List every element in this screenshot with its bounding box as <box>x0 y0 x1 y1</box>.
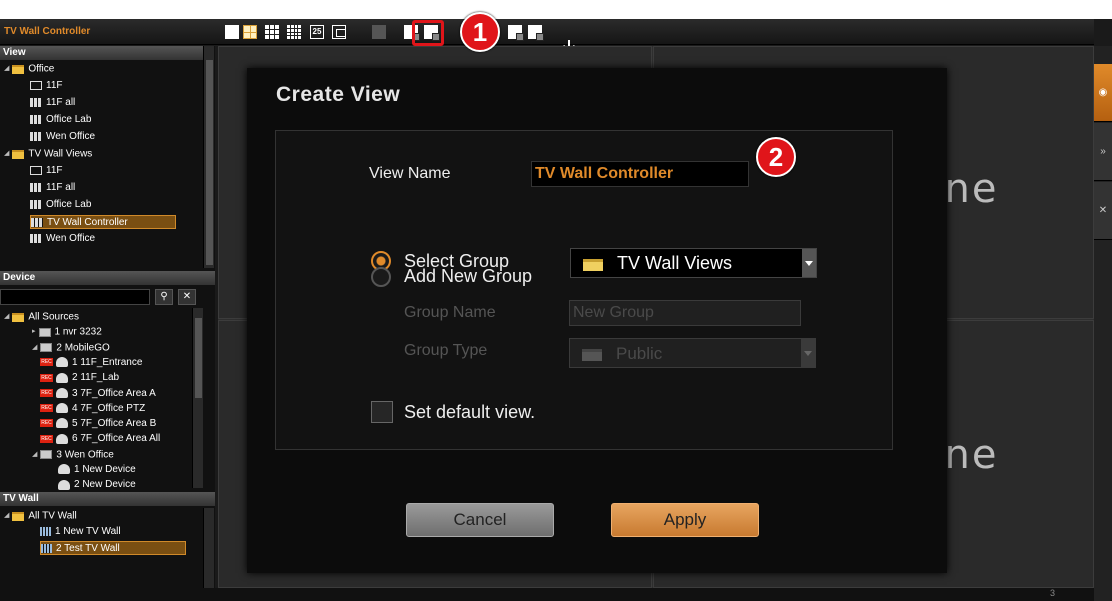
view-name-label: View Name <box>369 165 451 182</box>
tvwall-tree-item[interactable]: 1 New TV Wall <box>40 525 121 539</box>
dialog-title: Create View <box>276 83 401 106</box>
rec-badge-icon: REC <box>40 388 53 397</box>
device-tree-item[interactable]: 1 New Device <box>58 463 136 477</box>
apply-button[interactable]: Apply <box>611 503 759 537</box>
tvwall-tree-item[interactable]: 2 Test TV Wall <box>40 541 186 555</box>
device-tree-item[interactable]: ◢ 3 Wen Office <box>32 448 114 462</box>
device-tree-label: All Sources <box>28 311 79 323</box>
device-icon <box>58 479 70 490</box>
device-tree-label: 2 New Device <box>74 479 136 491</box>
device-tree-label: 3 Wen Office <box>56 449 114 461</box>
tv-wall-icon <box>41 543 52 553</box>
step-callout-1: 1 <box>460 12 500 52</box>
device-tree-item[interactable]: ▸ 1 nvr 3232 <box>32 325 102 339</box>
rec-badge-icon: REC <box>40 419 53 428</box>
rec-badge-icon: REC <box>40 434 53 443</box>
save-view-icon[interactable] <box>508 25 524 41</box>
device-tree-item[interactable]: REC 6 7F_Office Area All <box>40 432 160 446</box>
view-name-input[interactable]: TV Wall Controller <box>531 161 749 187</box>
default-view-checkbox[interactable] <box>371 401 393 423</box>
fast-forward-icon[interactable]: » <box>1094 123 1112 181</box>
camera-icon <box>56 357 68 368</box>
layout-3x3-icon[interactable] <box>265 25 279 39</box>
layout-25-icon[interactable]: 25 <box>310 25 324 39</box>
tv-wall-icon <box>40 526 51 536</box>
device-tree-label: 6 7F_Office Area All <box>72 433 161 445</box>
group-type-value: Public <box>616 344 663 363</box>
highlight-box <box>412 20 444 46</box>
camera-icon <box>56 403 68 414</box>
layout-4x4-icon[interactable] <box>287 25 301 39</box>
layout-2x2-icon[interactable] <box>243 25 257 39</box>
device-tree-item[interactable]: 2 New Device <box>58 478 136 492</box>
device-tree-label: 2 11F_Lab <box>72 372 120 384</box>
window-layout-icon[interactable] <box>332 25 346 39</box>
status-count: 3 <box>1050 588 1056 598</box>
nvr-icon <box>40 343 53 353</box>
delete-view-icon[interactable] <box>528 25 544 41</box>
group-type-select[interactable]: Public <box>569 338 816 368</box>
device-scrollbar[interactable] <box>192 308 203 488</box>
add-group-label: Add New Group <box>404 266 533 286</box>
view-scrollbar[interactable] <box>203 46 214 268</box>
step-callout-2: 2 <box>756 137 796 177</box>
status-bar: 3 <box>0 588 1094 601</box>
device-tree-label: 1 nvr 3232 <box>54 326 102 338</box>
side-tabs: ◉ » ✕ <box>1094 46 1112 601</box>
device-tree: ◢ All Sources ▸ 1 nvr 3232 ◢ 2 MobileGO REC 1 1… <box>0 46 192 492</box>
group-type-label: Group Type <box>404 342 488 359</box>
group-name-label: Group Name <box>404 304 496 321</box>
folder-icon <box>583 259 603 271</box>
app-title: TV Wall Controller <box>4 26 91 37</box>
nvr-icon <box>40 450 53 460</box>
group-name-input[interactable]: New Group <box>569 300 801 326</box>
chevron-down-icon <box>802 249 816 277</box>
device-tree-item[interactable]: REC 1 11F_Entrance <box>40 356 142 370</box>
device-tree-item[interactable]: REC 5 7F_Office Area B <box>40 417 156 431</box>
camera-icon <box>56 418 68 429</box>
monitor-icon[interactable] <box>372 25 386 39</box>
tools-icon[interactable]: ✕ <box>1094 182 1112 240</box>
device-tree-label: 5 7F_Office Area B <box>72 418 157 430</box>
chevron-down-icon <box>801 339 815 367</box>
add-group-radio[interactable] <box>371 267 391 287</box>
group-select[interactable]: TV Wall Views <box>570 248 817 278</box>
app-window: TV Wall Controller 25 ✲ ▤ ⓘ View ◢Office… <box>0 0 1112 601</box>
cancel-button[interactable]: Cancel <box>406 503 554 537</box>
device-tree-label: 4 7F_Office PTZ <box>72 402 146 414</box>
rec-badge-icon: REC <box>40 358 53 367</box>
camera-icon <box>56 387 68 398</box>
device-tree-label: 3 7F_Office Area A <box>72 387 156 399</box>
eye-icon[interactable]: ◉ <box>1094 64 1112 122</box>
device-tree-label: 1 New Device <box>74 464 136 475</box>
device-tree-label: 2 MobileGO <box>56 342 110 354</box>
device-tree-item[interactable]: REC 2 11F_Lab <box>40 371 119 385</box>
default-view-label: Set default view. <box>404 402 536 422</box>
camera-icon <box>56 372 68 383</box>
folder-icon <box>12 312 25 322</box>
device-tree-item[interactable]: REC 3 7F_Office Area A <box>40 387 156 401</box>
page-margin <box>0 0 1112 19</box>
group-select-value: TV Wall Views <box>617 253 733 273</box>
folder-icon <box>582 349 602 361</box>
device-tree-label: 1 11F_Entrance <box>72 356 143 368</box>
layout-1x1-icon[interactable] <box>225 25 239 39</box>
nvr-icon <box>38 327 51 337</box>
create-view-dialog: Create View View Name TV Wall Controller… <box>247 68 947 573</box>
rec-badge-icon: REC <box>40 404 53 413</box>
tvwall-tree-item[interactable]: ◢ All TV Wall <box>4 509 77 523</box>
device-tree-item[interactable]: ◢ All Sources <box>4 310 79 324</box>
left-panel: View ◢ Office 11F 11F all Office Lab Wen Offi… <box>0 46 215 601</box>
tvwall-tree-label: 2 Test TV Wall <box>56 543 120 554</box>
rec-badge-icon: REC <box>40 373 53 382</box>
device-tree-item[interactable]: ◢ 2 MobileGO <box>32 341 110 355</box>
camera-icon <box>56 433 68 444</box>
tvwall-section-header: TV Wall <box>0 492 215 506</box>
device-tree-item[interactable]: REC 4 7F_Office PTZ <box>40 402 145 416</box>
tvwall-tree-label: 1 New TV Wall <box>55 526 121 537</box>
title-bar: TV Wall Controller 25 ✲ ▤ ⓘ <box>0 19 1094 59</box>
tvwall-tree-label: All TV Wall <box>28 510 77 522</box>
device-icon <box>58 464 70 475</box>
folder-icon <box>12 511 25 521</box>
